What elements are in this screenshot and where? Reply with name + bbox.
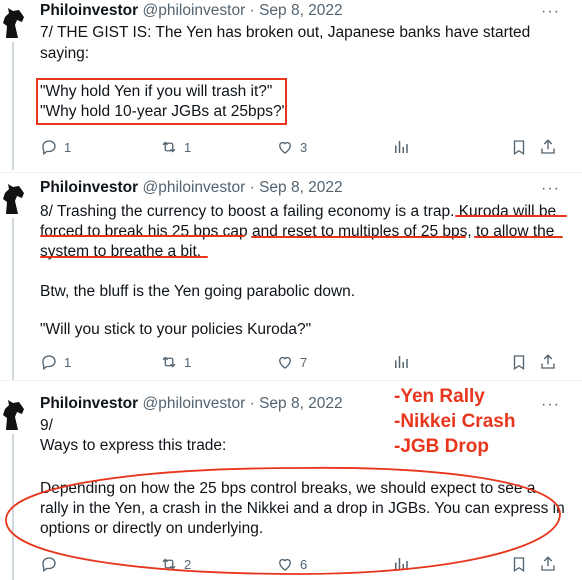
more-options-icon[interactable]: ··· (541, 4, 560, 20)
tweet-text-line: forced to break his 25 bps cap and reset… (40, 223, 555, 240)
avatar[interactable] (0, 398, 26, 432)
tweet-actions: 1 1 3 (0, 137, 582, 157)
reply-count: 1 (64, 354, 72, 370)
underline-mark (455, 215, 567, 217)
more-options-icon[interactable]: ··· (541, 181, 560, 197)
reply-button[interactable]: 1 (40, 137, 71, 157)
tweet-actions: 1 1 7 (0, 352, 582, 372)
more-options-icon[interactable]: ··· (541, 397, 560, 413)
annotation-line: -Nikkei Crash (394, 411, 516, 432)
retweet-icon (162, 141, 176, 153)
reply-icon (42, 140, 56, 156)
separator-dot: · (249, 2, 255, 19)
underline-mark (251, 236, 466, 238)
tweet-date[interactable]: Sep 8, 2022 (259, 395, 343, 412)
tweet-text-line: Ways to express this trade: (40, 437, 227, 454)
separator-dot: · (249, 395, 255, 412)
bookmark-icon (513, 355, 525, 371)
horse-logo-icon (3, 400, 24, 430)
tweet-text-line: 8/ Trashing the currency to boost a fail… (40, 203, 557, 220)
underline-mark (40, 256, 208, 258)
horse-logo-icon (3, 184, 24, 214)
author-name[interactable]: Philoinvestor (40, 2, 138, 19)
like-count: 7 (300, 354, 308, 370)
like-button[interactable]: 3 (276, 137, 307, 157)
analytics-button[interactable] (392, 137, 410, 157)
tweet-text-line: "Will you stick to your policies Kuroda?… (40, 321, 312, 338)
author-handle[interactable]: @philoinvestor (143, 2, 246, 19)
share-button[interactable] (539, 137, 557, 157)
tweet-7[interactable]: Philoinvestor @philoinvestor · Sep 8, 20… (0, 0, 582, 170)
highlight-box (36, 78, 287, 125)
analytics-icon (395, 141, 408, 153)
retweet-count: 1 (184, 139, 192, 155)
like-button[interactable]: 7 (276, 352, 307, 372)
underline-mark (40, 235, 245, 237)
tweet-8[interactable]: Philoinvestor @philoinvestor · Sep 8, 20… (0, 178, 582, 380)
share-icon (541, 354, 555, 369)
annotation-line: -Yen Rally (394, 386, 485, 407)
highlight-ellipse (5, 466, 561, 575)
reply-button[interactable]: 1 (40, 352, 71, 372)
bookmark-button[interactable] (510, 137, 528, 157)
tweet-date[interactable]: Sep 8, 2022 (259, 179, 343, 196)
author-handle[interactable]: @philoinvestor (143, 179, 246, 196)
separator-dot: · (249, 179, 255, 196)
like-count: 3 (300, 139, 308, 155)
share-icon (541, 139, 555, 154)
bookmark-icon (513, 140, 525, 156)
underline-mark (474, 236, 563, 238)
avatar[interactable] (0, 182, 26, 216)
tweet-header: Philoinvestor @philoinvestor · Sep 8, 20… (40, 394, 343, 414)
analytics-icon (395, 356, 408, 368)
retweet-icon (162, 356, 176, 368)
author-name[interactable]: Philoinvestor (40, 179, 138, 196)
heart-icon (279, 141, 291, 154)
author-name[interactable]: Philoinvestor (40, 395, 138, 412)
horse-logo-icon (3, 8, 24, 38)
tweet-text-line: system to breathe a bit. (40, 243, 202, 260)
divider (0, 380, 582, 381)
bookmark-button[interactable] (510, 352, 528, 372)
author-handle[interactable]: @philoinvestor (143, 395, 246, 412)
retweet-button[interactable]: 1 (160, 137, 191, 157)
tweet-text-line: Btw, the bluff is the Yen going paraboli… (40, 283, 356, 300)
share-button[interactable] (539, 352, 557, 372)
annotation-list: -Yen Rally -Nikkei Crash -JGB Drop (394, 384, 515, 459)
heart-icon (279, 356, 291, 369)
retweet-button[interactable]: 1 (160, 352, 191, 372)
tweet-header: Philoinvestor @philoinvestor · Sep 8, 20… (40, 178, 343, 198)
tweet-text-line: 9/ (40, 417, 53, 434)
analytics-button[interactable] (392, 352, 410, 372)
annotation-line: -JGB Drop (394, 436, 489, 457)
avatar[interactable] (0, 6, 26, 40)
reply-icon (42, 355, 56, 371)
tweet-text-line: saying: (40, 45, 90, 62)
retweet-count: 1 (184, 354, 192, 370)
tweet-text-line: 7/ THE GIST IS: The Yen has broken out, … (40, 24, 531, 41)
reply-count: 1 (64, 139, 72, 155)
tweet-date[interactable]: Sep 8, 2022 (259, 2, 343, 19)
tweet-header: Philoinvestor @philoinvestor · Sep 8, 20… (40, 1, 343, 21)
divider (0, 172, 582, 173)
